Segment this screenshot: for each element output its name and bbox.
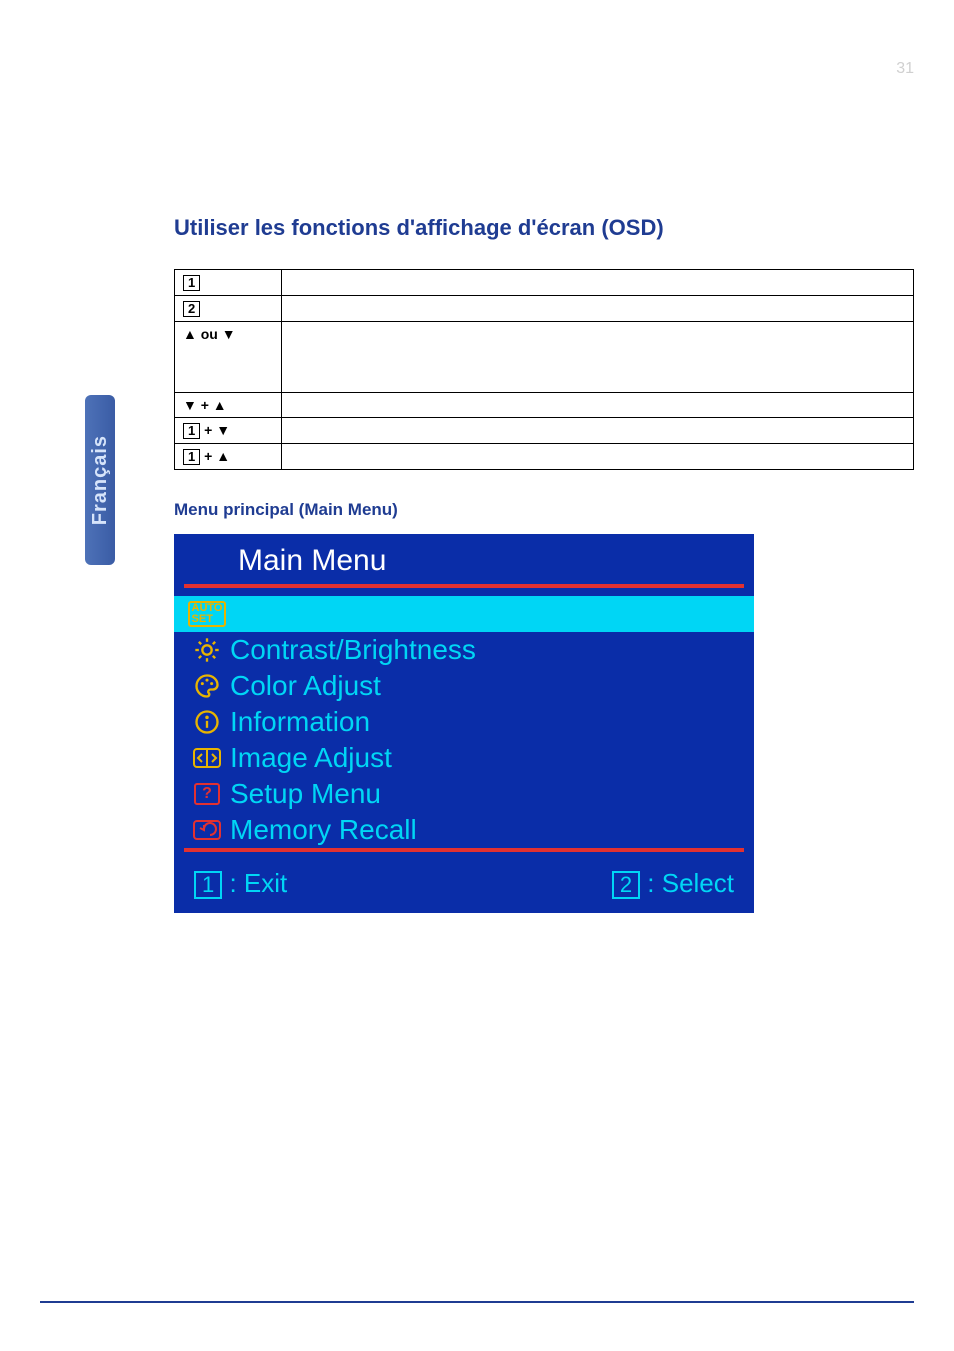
- section-title: Utiliser les fonctions d'affichage d'écr…: [174, 215, 914, 241]
- controls-desc: [282, 418, 914, 444]
- info-icon: [193, 708, 221, 736]
- osd-main-menu: Main Menu AUTOSETAuto AdjustContrast/Bri…: [174, 534, 754, 913]
- palette-icon: [184, 672, 230, 700]
- recall-icon: [192, 818, 222, 842]
- sun-icon: [184, 636, 230, 664]
- sun-icon: [193, 636, 221, 664]
- autoset-icon: AUTOSET: [184, 601, 230, 627]
- controls-desc: [282, 393, 914, 418]
- osd-item-image[interactable]: Image Adjust: [174, 740, 754, 776]
- osd-select-key: 2: [612, 871, 640, 899]
- controls-desc: [282, 322, 914, 393]
- osd-item-label: Information: [230, 706, 370, 738]
- recall-icon: [184, 818, 230, 842]
- controls-key: 1 + ▼: [175, 418, 282, 444]
- controls-desc: [282, 296, 914, 322]
- question-icon: ?: [194, 783, 220, 805]
- controls-key: 2: [175, 296, 282, 322]
- controls-table: 12▲ ou ▼▼ + ▲1 + ▼1 + ▲: [174, 269, 914, 470]
- info-icon: [184, 708, 230, 736]
- language-tab-label: Français: [89, 435, 112, 525]
- controls-desc: [282, 444, 914, 470]
- osd-footer: 1 : Exit 2 : Select: [174, 860, 754, 913]
- sub-title: Menu principal (Main Menu): [174, 500, 914, 520]
- controls-row: 1: [175, 270, 914, 296]
- osd-select-hint: 2 : Select: [612, 868, 734, 899]
- osd-item-autoset[interactable]: AUTOSETAuto Adjust: [174, 596, 754, 632]
- osd-exit-hint: 1 : Exit: [194, 868, 287, 899]
- controls-row: 2: [175, 296, 914, 322]
- osd-item-question[interactable]: ? Setup Menu: [174, 776, 754, 812]
- osd-item-label: Setup Menu: [230, 778, 381, 810]
- osd-item-label: Image Adjust: [230, 742, 392, 774]
- controls-row: 1 + ▼: [175, 418, 914, 444]
- question-icon: ?: [184, 783, 230, 805]
- osd-item-info[interactable]: Information: [174, 704, 754, 740]
- osd-exit-key: 1: [194, 871, 222, 899]
- controls-row: 1 + ▲: [175, 444, 914, 470]
- osd-item-recall[interactable]: Memory Recall: [174, 812, 754, 848]
- osd-item-label: Memory Recall: [230, 814, 417, 846]
- osd-item-sun[interactable]: Contrast/Brightness: [174, 632, 754, 668]
- palette-icon: [193, 672, 221, 700]
- osd-divider-top: [184, 584, 744, 588]
- page-number: 31: [896, 60, 914, 78]
- osd-item-label: Color Adjust: [230, 670, 381, 702]
- footer-rule: [40, 1301, 914, 1303]
- controls-key: 1 + ▲: [175, 444, 282, 470]
- osd-item-palette[interactable]: Color Adjust: [174, 668, 754, 704]
- osd-item-label: Auto Adjust: [230, 598, 372, 630]
- controls-key: ▲ ou ▼: [175, 322, 282, 393]
- language-tab: Français: [85, 395, 115, 565]
- image-icon: [192, 746, 222, 770]
- autoset-icon: AUTOSET: [188, 601, 227, 627]
- controls-desc: [282, 270, 914, 296]
- controls-key: 1: [175, 270, 282, 296]
- osd-title: Main Menu: [174, 534, 754, 584]
- osd-item-label: Contrast/Brightness: [230, 634, 476, 666]
- controls-key: ▼ + ▲: [175, 393, 282, 418]
- osd-divider-bottom: [184, 848, 744, 852]
- image-icon: [184, 746, 230, 770]
- controls-row: ▼ + ▲: [175, 393, 914, 418]
- controls-row: ▲ ou ▼: [175, 322, 914, 393]
